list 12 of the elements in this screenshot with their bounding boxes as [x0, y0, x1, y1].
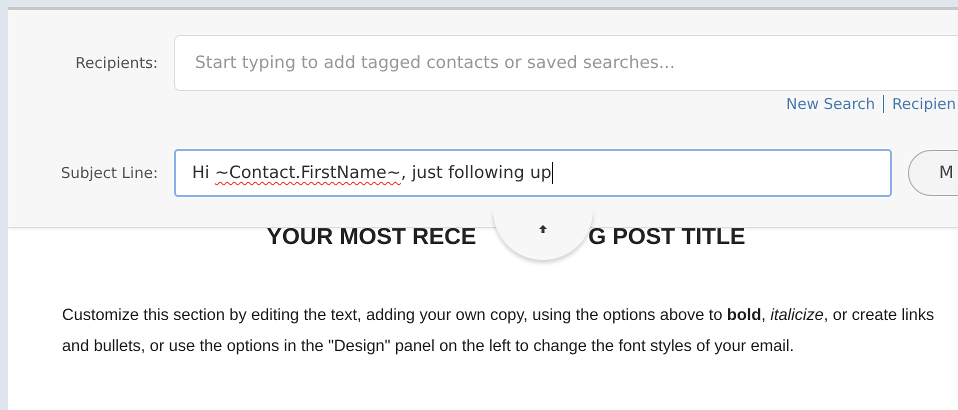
new-search-link[interactable]: New Search — [786, 95, 876, 113]
post-title: G POST TITLE — [588, 223, 746, 250]
up-arrow-icon — [538, 224, 548, 234]
recipients-link[interactable]: Recipien — [892, 95, 956, 113]
merge-button[interactable]: M — [908, 150, 958, 196]
subject-label: Subject Line: — [60, 164, 158, 182]
body-paragraph: Customize this section by editing the text, adding your own copy, using the options above to bold, italicize, or create links and bullets, or use the options in the "Design" panel on the left to change the font styles of your email. — [62, 305, 936, 357]
post-title: YOUR MOST RECE — [266, 223, 476, 250]
recipients-field[interactable]: Start typing to add tagged contacts or saved searches... — [174, 35, 958, 91]
recipients-label: Recipients: — [74, 54, 158, 72]
subject-text: Hi ~Contact.FirstName~, just following up — [192, 163, 552, 183]
subject-field[interactable]: Hi ~Contact.FirstName~, just following up — [174, 149, 892, 197]
